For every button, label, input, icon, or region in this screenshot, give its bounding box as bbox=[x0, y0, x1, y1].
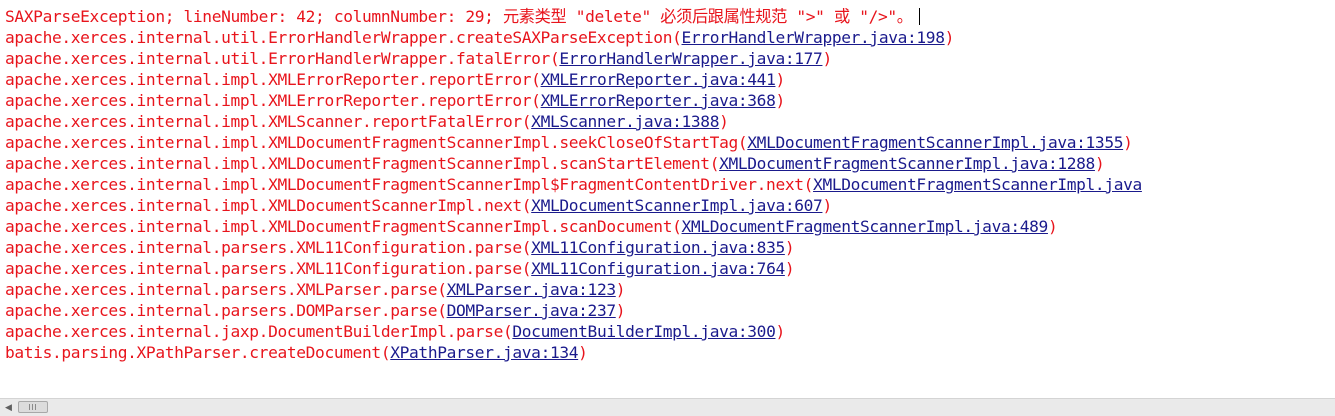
open-paren: ( bbox=[521, 259, 532, 278]
open-paren: ( bbox=[531, 91, 541, 110]
horizontal-scrollbar[interactable]: ◀ bbox=[0, 398, 1335, 416]
source-link[interactable]: XPathParser.java:134 bbox=[390, 343, 578, 362]
close-paren: ) bbox=[784, 238, 795, 257]
close-paren: ) bbox=[1094, 154, 1105, 173]
stack-trace: SAXParseException; lineNumber: 42; colum… bbox=[5, 6, 1142, 363]
close-paren: ) bbox=[615, 280, 626, 299]
source-link[interactable]: ErrorHandlerWrapper.java:177 bbox=[559, 49, 822, 68]
source-link[interactable]: DOMParser.java:237 bbox=[447, 301, 616, 320]
frame-method: apache.xerces.internal.impl.XMLDocumentF… bbox=[5, 217, 673, 236]
frame-method: apache.xerces.internal.impl.XMLDocumentF… bbox=[5, 133, 738, 152]
source-link[interactable]: XMLDocumentFragmentScannerImpl.java:1355 bbox=[747, 133, 1123, 152]
close-paren: ) bbox=[1047, 217, 1058, 236]
text-cursor bbox=[918, 8, 920, 25]
close-paren: ) bbox=[578, 343, 588, 362]
close-paren: ) bbox=[784, 259, 795, 278]
close-paren: ) bbox=[944, 28, 955, 47]
frame-method: apache.xerces.internal.parsers.XML11Conf… bbox=[5, 238, 522, 257]
stack-frame: apache.xerces.internal.util.ErrorHandler… bbox=[5, 27, 1142, 48]
open-paren: ( bbox=[380, 343, 391, 362]
frame-method: apache.xerces.internal.impl.XMLErrorRepo… bbox=[5, 91, 532, 110]
close-paren: ) bbox=[775, 70, 785, 89]
open-paren: ( bbox=[437, 280, 447, 299]
source-link[interactable]: XMLScanner.java:1388 bbox=[531, 112, 719, 131]
stack-frame: apache.xerces.internal.impl.XMLDocumentF… bbox=[5, 132, 1142, 153]
frame-method: apache.xerces.internal.util.ErrorHandler… bbox=[5, 28, 673, 47]
stack-frame: apache.xerces.internal.impl.XMLDocumentS… bbox=[5, 195, 1142, 216]
stack-frame: apache.xerces.internal.parsers.XML11Conf… bbox=[5, 258, 1142, 279]
frame-method: apache.xerces.internal.util.ErrorHandler… bbox=[5, 49, 550, 68]
frame-method: apache.xerces.internal.impl.XMLScanner.r… bbox=[5, 112, 522, 131]
stack-frame: apache.xerces.internal.parsers.XML11Conf… bbox=[5, 237, 1142, 258]
close-paren: ) bbox=[775, 322, 785, 341]
close-paren: ) bbox=[822, 49, 832, 68]
source-link[interactable]: XMLDocumentFragmentScannerImpl.java:489 bbox=[682, 217, 1049, 236]
exception-message: SAXParseException; lineNumber: 42; colum… bbox=[5, 7, 913, 26]
console-output: SAXParseException; lineNumber: 42; colum… bbox=[0, 0, 1335, 398]
frame-method: apache.xerces.internal.jaxp.DocumentBuil… bbox=[5, 322, 503, 341]
stack-frame: apache.xerces.internal.jaxp.DocumentBuil… bbox=[5, 321, 1142, 342]
open-paren: ( bbox=[709, 154, 720, 173]
open-paren: ( bbox=[737, 133, 748, 152]
open-paren: ( bbox=[521, 238, 532, 257]
source-link[interactable]: DocumentBuilderImpl.java:300 bbox=[512, 322, 775, 341]
close-paren: ) bbox=[615, 301, 626, 320]
frame-method: apache.xerces.internal.parsers.XML11Conf… bbox=[5, 259, 522, 278]
stack-frame: batis.parsing.XPathParser.createDocument… bbox=[5, 342, 1142, 363]
open-paren: ( bbox=[672, 28, 682, 47]
open-paren: ( bbox=[531, 70, 541, 89]
stack-frame: apache.xerces.internal.impl.XMLErrorRepo… bbox=[5, 90, 1142, 111]
stack-frame: apache.xerces.internal.parsers.XMLParser… bbox=[5, 279, 1142, 300]
source-link[interactable]: XMLErrorReporter.java:441 bbox=[541, 70, 776, 89]
frame-method: apache.xerces.internal.impl.XMLDocumentF… bbox=[5, 154, 710, 173]
close-paren: ) bbox=[719, 112, 729, 131]
frame-method: apache.xerces.internal.parsers.XMLParser… bbox=[5, 280, 438, 299]
stack-frame: apache.xerces.internal.impl.XMLDocumentF… bbox=[5, 174, 1142, 195]
grip-icon bbox=[29, 404, 37, 410]
open-paren: ( bbox=[549, 49, 560, 68]
close-paren: ) bbox=[775, 91, 785, 110]
source-link[interactable]: XMLParser.java:123 bbox=[447, 280, 616, 299]
exception-header: SAXParseException; lineNumber: 42; colum… bbox=[5, 6, 1142, 27]
frame-method: apache.xerces.internal.impl.XMLErrorRepo… bbox=[5, 70, 532, 89]
open-paren: ( bbox=[502, 322, 513, 341]
scrollbar-thumb[interactable] bbox=[18, 401, 48, 413]
frame-method: batis.parsing.XPathParser.createDocument bbox=[5, 343, 381, 362]
source-link[interactable]: XML11Configuration.java:764 bbox=[531, 259, 785, 278]
source-link[interactable]: XMLDocumentScannerImpl.java:607 bbox=[531, 196, 823, 215]
stack-frame: apache.xerces.internal.impl.XMLDocumentF… bbox=[5, 216, 1142, 237]
source-link[interactable]: XMLErrorReporter.java:368 bbox=[541, 91, 776, 110]
stack-frame: apache.xerces.internal.impl.XMLDocumentF… bbox=[5, 153, 1142, 174]
frame-method: apache.xerces.internal.parsers.DOMParser… bbox=[5, 301, 438, 320]
open-paren: ( bbox=[521, 112, 532, 131]
close-paren: ) bbox=[822, 196, 832, 215]
open-paren: ( bbox=[672, 217, 682, 236]
stack-frame: apache.xerces.internal.impl.XMLScanner.r… bbox=[5, 111, 1142, 132]
scroll-left-icon[interactable]: ◀ bbox=[0, 399, 17, 416]
open-paren: ( bbox=[803, 175, 814, 194]
source-link[interactable]: XMLDocumentFragmentScannerImpl.java:1288 bbox=[719, 154, 1095, 173]
open-paren: ( bbox=[437, 301, 447, 320]
source-link[interactable]: ErrorHandlerWrapper.java:198 bbox=[682, 28, 945, 47]
open-paren: ( bbox=[521, 196, 532, 215]
close-paren: ) bbox=[1123, 133, 1133, 152]
source-link[interactable]: XMLDocumentFragmentScannerImpl.java bbox=[813, 175, 1142, 194]
stack-frame: apache.xerces.internal.util.ErrorHandler… bbox=[5, 48, 1142, 69]
stack-frame: apache.xerces.internal.parsers.DOMParser… bbox=[5, 300, 1142, 321]
frame-method: apache.xerces.internal.impl.XMLDocumentF… bbox=[5, 175, 804, 194]
source-link[interactable]: XML11Configuration.java:835 bbox=[531, 238, 785, 257]
stack-frame: apache.xerces.internal.impl.XMLErrorRepo… bbox=[5, 69, 1142, 90]
frame-method: apache.xerces.internal.impl.XMLDocumentS… bbox=[5, 196, 522, 215]
